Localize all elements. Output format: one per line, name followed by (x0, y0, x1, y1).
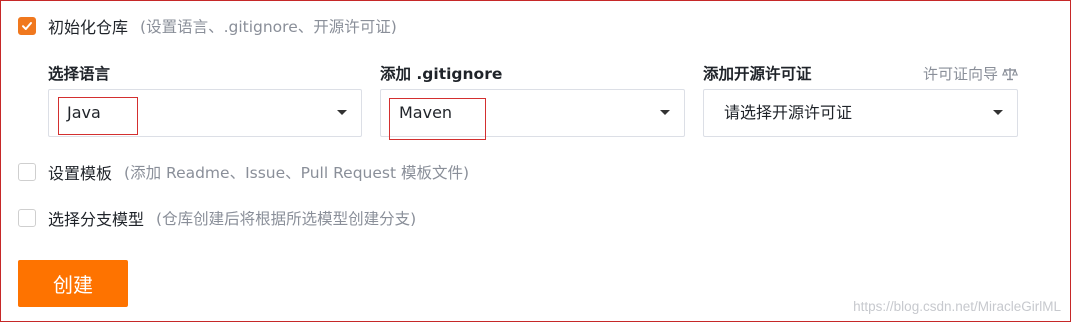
language-select[interactable]: Java (48, 89, 362, 137)
gitignore-label: 添加 .gitignore (380, 65, 503, 83)
language-select-value: Java (67, 103, 101, 122)
init-repo-checkbox[interactable] (18, 17, 36, 35)
caret-down-icon (337, 110, 347, 115)
template-row[interactable]: 设置模板 (添加 Readme、Issue、Pull Request 模板文件) (18, 160, 469, 184)
scale-icon (1002, 68, 1018, 81)
init-repo-row[interactable]: 初始化仓库 (设置语言、.gitignore、开源许可证) (18, 14, 397, 38)
license-field: 添加开源许可证 许可证向导 请选择开源许可证 (703, 63, 1018, 137)
template-checkbox[interactable] (18, 163, 36, 181)
gitignore-select-value: Maven (399, 103, 453, 122)
license-select[interactable]: 请选择开源许可证 (703, 89, 1018, 137)
init-repo-label: 初始化仓库 (48, 18, 129, 37)
branch-model-row[interactable]: 选择分支模型 (仓库创建后将根据所选模型创建分支) (18, 206, 416, 230)
language-label: 选择语言 (48, 65, 111, 83)
language-field: 选择语言 Java (48, 63, 362, 137)
gitignore-field: 添加 .gitignore Maven (380, 63, 685, 137)
branch-model-hint: (仓库创建后将根据所选模型创建分支) (156, 210, 417, 228)
create-button[interactable]: 创建 (18, 260, 128, 307)
init-repo-hint: (设置语言、.gitignore、开源许可证) (140, 18, 397, 36)
branch-model-checkbox[interactable] (18, 209, 36, 227)
license-guide-link[interactable]: 许可证向导 (923, 63, 1018, 85)
template-hint: (添加 Readme、Issue、Pull Request 模板文件) (124, 164, 470, 182)
caret-down-icon (993, 110, 1003, 115)
caret-down-icon (660, 110, 670, 115)
watermark: https://blog.csdn.net/MiracleGirlML (853, 299, 1061, 314)
check-icon (22, 22, 32, 30)
branch-model-label: 选择分支模型 (48, 210, 145, 229)
gitignore-select[interactable]: Maven (380, 89, 685, 137)
license-guide-label: 许可证向导 (922, 65, 998, 83)
template-label: 设置模板 (48, 164, 113, 183)
license-select-value: 请选择开源许可证 (724, 103, 853, 122)
